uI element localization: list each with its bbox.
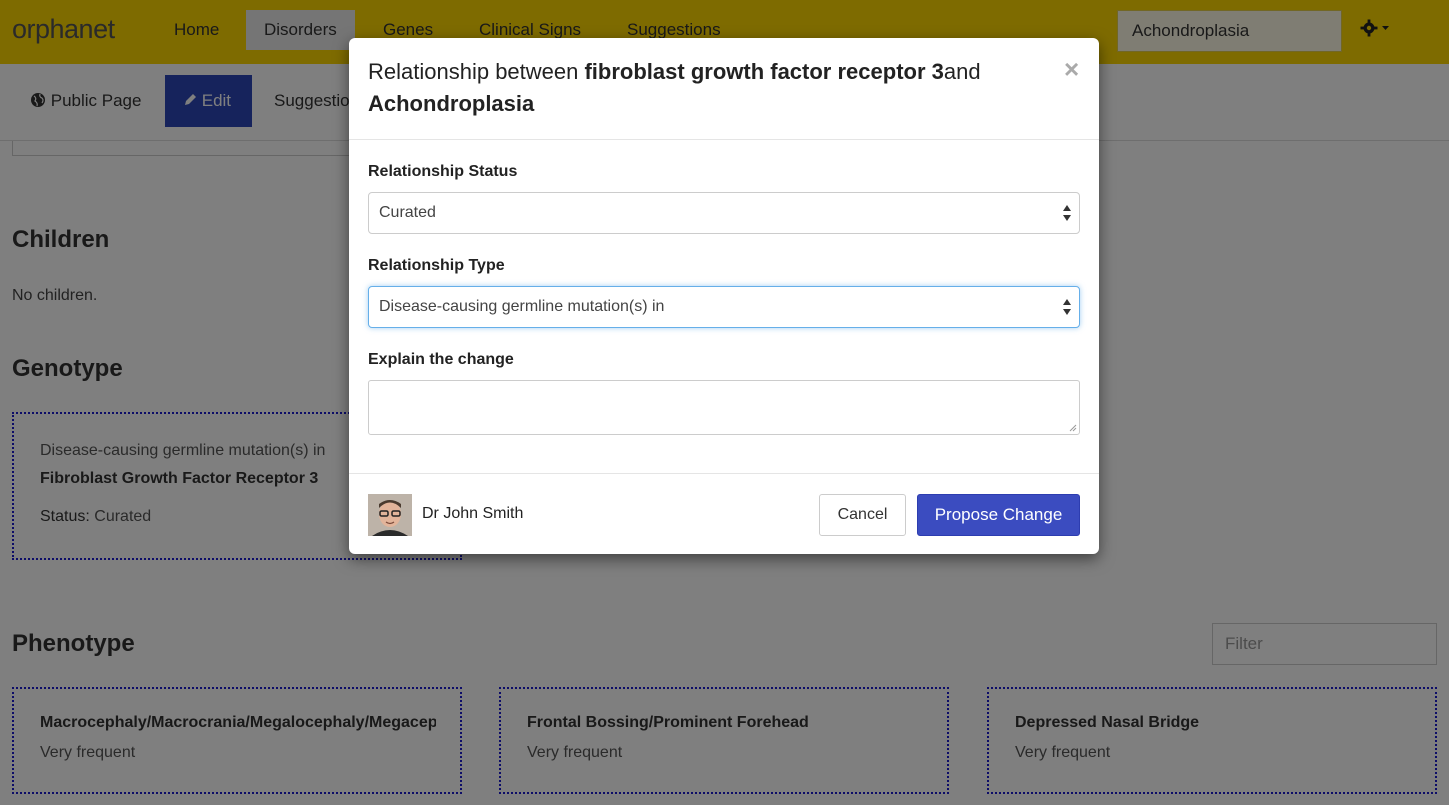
user-avatar — [368, 494, 412, 536]
relationship-status-select[interactable]: Curated — [368, 192, 1080, 234]
select-arrows-icon — [1063, 299, 1071, 315]
resize-handle-icon[interactable] — [1069, 424, 1077, 432]
modal-footer: Dr John Smith Cancel Propose Change — [349, 473, 1099, 554]
relationship-type-value: Disease-causing germline mutation(s) in — [379, 298, 665, 315]
title-disorder: Achondroplasia — [368, 91, 535, 116]
title-prefix: Relationship between — [368, 59, 585, 84]
title-and: and — [943, 59, 981, 84]
explain-change-textarea[interactable] — [368, 380, 1080, 435]
title-gene: fibroblast growth factor receptor 3 — [584, 59, 944, 84]
relationship-status-value: Curated — [379, 204, 436, 221]
modal-title: Relationship between fibroblast growth f… — [368, 56, 1048, 120]
cancel-button[interactable]: Cancel — [819, 494, 906, 536]
explain-change-label: Explain the change — [368, 351, 514, 368]
propose-change-button[interactable]: Propose Change — [917, 494, 1080, 536]
relationship-type-select[interactable]: Disease-causing germline mutation(s) in — [368, 286, 1080, 328]
relationship-status-label: Relationship Status — [368, 163, 518, 180]
relationship-modal: Relationship between fibroblast growth f… — [349, 38, 1099, 554]
user-name: Dr John Smith — [422, 505, 524, 522]
close-icon[interactable]: × — [1064, 54, 1079, 85]
relationship-type-label: Relationship Type — [368, 257, 505, 274]
modal-header: Relationship between fibroblast growth f… — [349, 38, 1099, 140]
select-arrows-icon — [1063, 205, 1071, 221]
